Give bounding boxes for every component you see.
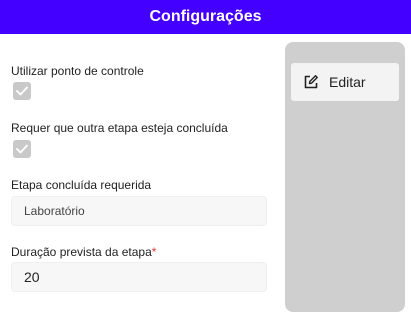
requires-stage-checkbox[interactable] [13,140,31,158]
checkpoint-checkbox[interactable] [13,82,31,100]
required-stage-label: Etapa concluída requerida [11,178,152,192]
checkpoint-label: Utilizar ponto de controle [11,64,144,78]
edit-button[interactable]: Editar [291,63,399,101]
required-stage-value: Laboratório [24,204,85,218]
duration-input[interactable]: 20 [11,262,267,292]
requires-stage-label: Requer que outra etapa esteja concluída [11,121,228,135]
side-panel: Editar [285,42,405,312]
duration-label: Duração prevista da etapa* [11,245,156,259]
required-marker: * [151,245,157,259]
page-title: Configurações [149,8,262,25]
check-icon [16,144,28,154]
check-icon [16,86,28,96]
page-header: Configurações [0,0,411,34]
edit-icon [304,75,318,89]
edit-button-label: Editar [329,74,366,90]
duration-label-text: Duração prevista da etapa [11,245,152,259]
required-stage-field[interactable]: Laboratório [11,196,267,226]
duration-value: 20 [24,269,40,285]
